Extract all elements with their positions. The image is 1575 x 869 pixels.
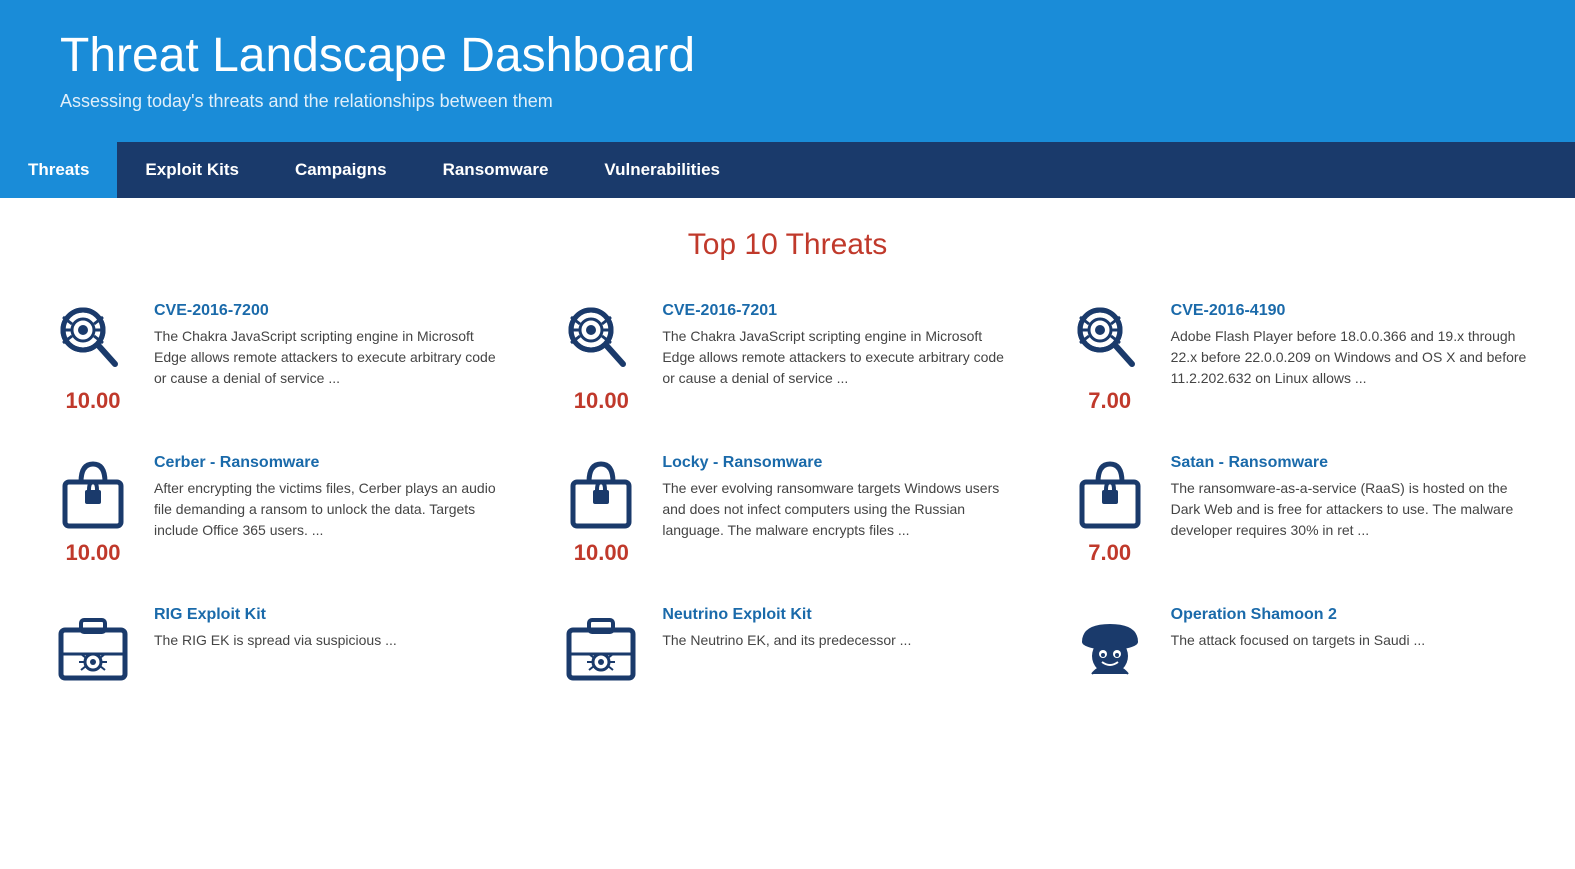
threat-name[interactable]: Satan - Ransomware [1171, 454, 1527, 472]
page-title: Threat Landscape Dashboard [60, 30, 1515, 83]
threat-card: 10.00 CVE-2016-7201 The Chakra JavaScript … [548, 292, 1026, 424]
threat-name[interactable]: Cerber - Ransomware [154, 454, 510, 472]
threat-info: CVE-2016-7200 The Chakra JavaScript scrip… [154, 302, 510, 389]
ransomware-icon [1070, 454, 1150, 534]
threat-card: 7.00 Satan - Ransomware The ransomware-as-… [1057, 444, 1535, 576]
threat-info: Operation Shamoon 2 The attack focused on… [1171, 606, 1527, 651]
threat-icon-wrap [48, 606, 138, 686]
threat-name[interactable]: CVE-2016-7201 [662, 302, 1018, 320]
threat-card: Operation Shamoon 2 The attack focused on… [1057, 596, 1535, 696]
page-subtitle: Assessing today's threats and the relati… [60, 91, 1515, 112]
threat-icon-wrap: 10.00 [48, 302, 138, 414]
threat-desc: The Chakra JavaScript scripting engine i… [662, 326, 1018, 389]
threat-icon-wrap: 7.00 [1065, 302, 1155, 414]
threat-info: Locky - Ransomware The ever evolving rans… [662, 454, 1018, 541]
threat-info: Cerber - Ransomware After encrypting the … [154, 454, 510, 541]
ransomware-icon [561, 454, 641, 534]
threat-icon-wrap [556, 606, 646, 686]
threat-score: 10.00 [574, 388, 629, 414]
ransomware-icon [53, 454, 133, 534]
exploit-kit-icon [561, 606, 641, 686]
bug-search-icon [53, 302, 133, 382]
threat-desc: The ever evolving ransomware targets Win… [662, 478, 1018, 541]
threat-card: 10.00 Locky - Ransomware The ever evolving… [548, 444, 1026, 576]
threat-icon-wrap: 10.00 [556, 454, 646, 566]
threat-name[interactable]: Neutrino Exploit Kit [662, 606, 1018, 624]
nav-bar: Threats Exploit Kits Campaigns Ransomwar… [0, 142, 1575, 198]
threat-icon-wrap: 7.00 [1065, 454, 1155, 566]
threat-name[interactable]: Locky - Ransomware [662, 454, 1018, 472]
nav-item-vulnerabilities[interactable]: Vulnerabilities [576, 142, 748, 198]
threat-card: Neutrino Exploit Kit The Neutrino EK, and… [548, 596, 1026, 696]
bug-search-icon [1070, 302, 1150, 382]
threat-info: Neutrino Exploit Kit The Neutrino EK, and… [662, 606, 1018, 651]
threat-score: 10.00 [65, 540, 120, 566]
threat-score: 10.00 [574, 540, 629, 566]
threat-icon-wrap [1065, 606, 1155, 686]
main-content: Top 10 Threats 10.00 CVE-2016-7200 The Cha… [0, 198, 1575, 726]
threat-desc: Adobe Flash Player before 18.0.0.366 and… [1171, 326, 1527, 389]
header: Threat Landscape Dashboard Assessing tod… [0, 0, 1575, 142]
threat-info: RIG Exploit Kit The RIG EK is spread via … [154, 606, 510, 651]
threat-icon-wrap: 10.00 [48, 454, 138, 566]
threat-info: CVE-2016-4190 Adobe Flash Player before 1… [1171, 302, 1527, 389]
threat-card: 10.00 Cerber - Ransomware After encrypting… [40, 444, 518, 576]
threat-info: CVE-2016-7201 The Chakra JavaScript scrip… [662, 302, 1018, 389]
threats-grid: 10.00 CVE-2016-7200 The Chakra JavaScript … [40, 292, 1535, 696]
threat-name[interactable]: RIG Exploit Kit [154, 606, 510, 624]
threat-desc: After encrypting the victims files, Cerb… [154, 478, 510, 541]
section-title: Top 10 Threats [40, 228, 1535, 262]
threat-icon-wrap: 10.00 [556, 302, 646, 414]
threat-card: 10.00 CVE-2016-7200 The Chakra JavaScript … [40, 292, 518, 424]
threat-name[interactable]: CVE-2016-7200 [154, 302, 510, 320]
threat-desc: The RIG EK is spread via suspicious ... [154, 630, 510, 651]
threat-score: 7.00 [1088, 388, 1131, 414]
nav-item-exploit-kits[interactable]: Exploit Kits [117, 142, 267, 198]
threat-name[interactable]: CVE-2016-4190 [1171, 302, 1527, 320]
threat-desc: The Neutrino EK, and its predecessor ... [662, 630, 1018, 651]
campaign-icon [1070, 606, 1150, 686]
nav-item-threats[interactable]: Threats [0, 142, 117, 198]
exploit-kit-icon [53, 606, 133, 686]
threat-score: 7.00 [1088, 540, 1131, 566]
threat-desc: The attack focused on targets in Saudi .… [1171, 630, 1527, 651]
threat-score: 10.00 [65, 388, 120, 414]
threat-info: Satan - Ransomware The ransomware-as-a-se… [1171, 454, 1527, 541]
bug-search-icon [561, 302, 641, 382]
nav-item-ransomware[interactable]: Ransomware [415, 142, 577, 198]
threat-card: 7.00 CVE-2016-4190 Adobe Flash Player befo… [1057, 292, 1535, 424]
nav-item-campaigns[interactable]: Campaigns [267, 142, 415, 198]
threat-name[interactable]: Operation Shamoon 2 [1171, 606, 1527, 624]
threat-card: RIG Exploit Kit The RIG EK is spread via … [40, 596, 518, 696]
threat-desc: The ransomware-as-a-service (RaaS) is ho… [1171, 478, 1527, 541]
threat-desc: The Chakra JavaScript scripting engine i… [154, 326, 510, 389]
